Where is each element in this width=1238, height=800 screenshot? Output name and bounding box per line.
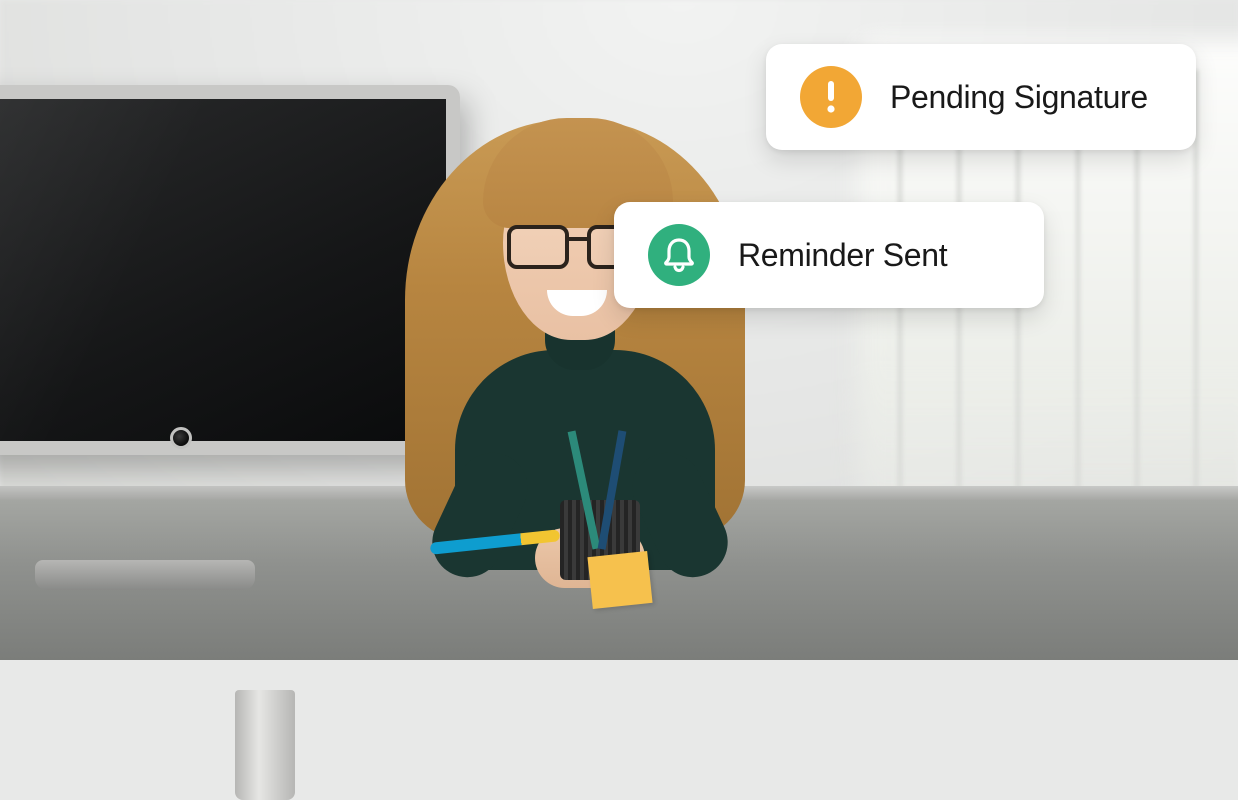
monitor-stand	[75, 440, 215, 590]
status-label: Reminder Sent	[738, 237, 947, 274]
status-label: Pending Signature	[890, 79, 1148, 116]
sticky-note	[587, 551, 652, 609]
status-card-pending: Pending Signature	[766, 44, 1196, 150]
status-card-reminder: Reminder Sent	[614, 202, 1044, 308]
bell-icon	[648, 224, 710, 286]
alert-icon	[800, 66, 862, 128]
